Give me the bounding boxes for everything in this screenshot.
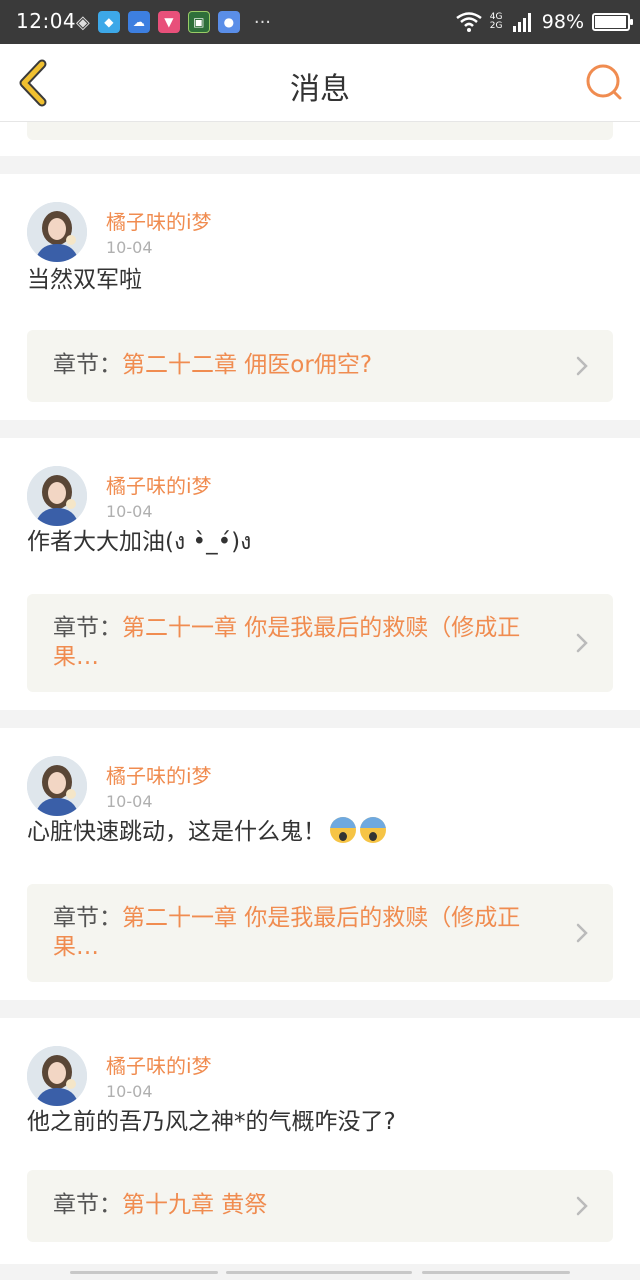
chapter-label: 章节：: [53, 615, 122, 641]
screaming-face-emoji: [360, 817, 386, 843]
network-type: 4G 2G: [489, 12, 503, 31]
comment-date: 10-04: [106, 1082, 153, 1101]
signal-icon: [512, 13, 531, 32]
avatar-image: [27, 1046, 87, 1106]
chapter-link[interactable]: 章节：第十九章 黄祭: [27, 1170, 613, 1242]
robot-app-icon: ▣: [187, 11, 210, 33]
status-right: 4G 2G 98%: [456, 8, 633, 36]
chapter-link[interactable]: 章节：第二十二章 佣医or佣空?: [27, 330, 613, 402]
wifi-icon: [456, 12, 482, 32]
avatar[interactable]: [27, 756, 87, 816]
comment-date: 10-04: [106, 238, 153, 257]
comment-username[interactable]: 橘子味的i梦: [106, 1050, 212, 1079]
comment-card[interactable]: 橘子味的i梦 10-04 心脏快速跳动，这是什么鬼！ 章节：第二十一章 你是我最…: [0, 728, 640, 1000]
chapter-label: 章节：: [53, 1192, 122, 1218]
partial-card: [0, 122, 640, 156]
comment-card[interactable]: 橘子味的i梦 10-04 他之前的吾乃风之神*的气概咋没了? 章节：第十九章 黄…: [0, 1018, 640, 1264]
avatar-image: [27, 466, 87, 526]
comment-date: 10-04: [106, 792, 153, 811]
comment-date: 10-04: [106, 502, 153, 521]
comment-text: 作者大大加油(ง •̀_•́)ง: [27, 529, 252, 555]
chapter-title: 第十九章 黄祭: [122, 1192, 268, 1218]
home-indicator: [70, 1271, 218, 1274]
shield-app-icon: ◆: [97, 11, 120, 33]
chapter-link[interactable]: 章节：第二十一章 你是我最后的救赎（修成正果…: [27, 594, 613, 692]
page-title: 消息: [290, 72, 350, 107]
nav-bar: 消息: [0, 44, 640, 122]
chapter-label: 章节：: [53, 905, 122, 931]
comment-text: 他之前的吾乃风之神*的气概咋没了?: [27, 1109, 396, 1135]
avatar[interactable]: [27, 202, 87, 262]
chapter-link[interactable]: 章节：第二十一章 你是我最后的救赎（修成正果…: [27, 884, 613, 982]
comment-text-row: 心脏快速跳动，这是什么鬼！: [27, 812, 386, 846]
comment-username[interactable]: 橘子味的i梦: [106, 206, 212, 235]
search-app-icon: ●: [217, 11, 240, 33]
chevron-right-icon: [576, 1196, 588, 1216]
status-time: 12:04: [16, 9, 77, 33]
chevron-right-icon: [576, 356, 588, 376]
chapter-label: 章节：: [53, 352, 122, 378]
search-icon[interactable]: [584, 62, 624, 102]
more-notifications-icon: ···: [253, 11, 272, 33]
home-indicator: [422, 1271, 570, 1274]
chapter-title: 第二十一章 你是我最后的救赎（修成正果…: [53, 615, 521, 670]
comment-text: 当然双军啦: [27, 267, 142, 293]
comment-username[interactable]: 橘子味的i梦: [106, 760, 212, 789]
message-list: 橘子味的i梦 10-04 当然双军啦 章节：第二十二章 佣医or佣空? 橘子味的…: [0, 122, 640, 1264]
avatar[interactable]: [27, 1046, 87, 1106]
chevron-right-icon: [576, 633, 588, 653]
status-notification-icons: ◈ ◆ ☁ ▼ ▣ ● ···: [76, 10, 271, 34]
cloud-app-icon: ☁: [127, 11, 150, 33]
comment-card[interactable]: 橘子味的i梦 10-04 作者大大加油(ง •̀_•́)ง 章节：第二十一章 你…: [0, 438, 640, 710]
chapter-title: 第二十一章 你是我最后的救赎（修成正果…: [53, 905, 521, 960]
chevron-right-icon: [576, 923, 588, 943]
status-bar: 12:04 ◈ ◆ ☁ ▼ ▣ ● ··· 4G 2G 98%: [0, 0, 640, 44]
avatar-image: [27, 756, 87, 816]
chapter-title: 第二十二章 佣医or佣空?: [122, 352, 373, 378]
battery-icon: [592, 13, 633, 31]
avatar-image: [27, 202, 87, 262]
comment-username[interactable]: 橘子味的i梦: [106, 470, 212, 499]
screaming-face-emoji: [330, 817, 356, 843]
brush-app-icon: ▼: [157, 11, 180, 33]
home-indicator: [226, 1271, 412, 1274]
comment-text: 心脏快速跳动，这是什么鬼！: [27, 819, 326, 845]
comment-card[interactable]: 橘子味的i梦 10-04 当然双军啦 章节：第二十二章 佣医or佣空?: [0, 174, 640, 420]
avatar[interactable]: [27, 466, 87, 526]
battery-percent: 98%: [541, 11, 584, 33]
nfc-icon: ◈: [76, 11, 90, 33]
